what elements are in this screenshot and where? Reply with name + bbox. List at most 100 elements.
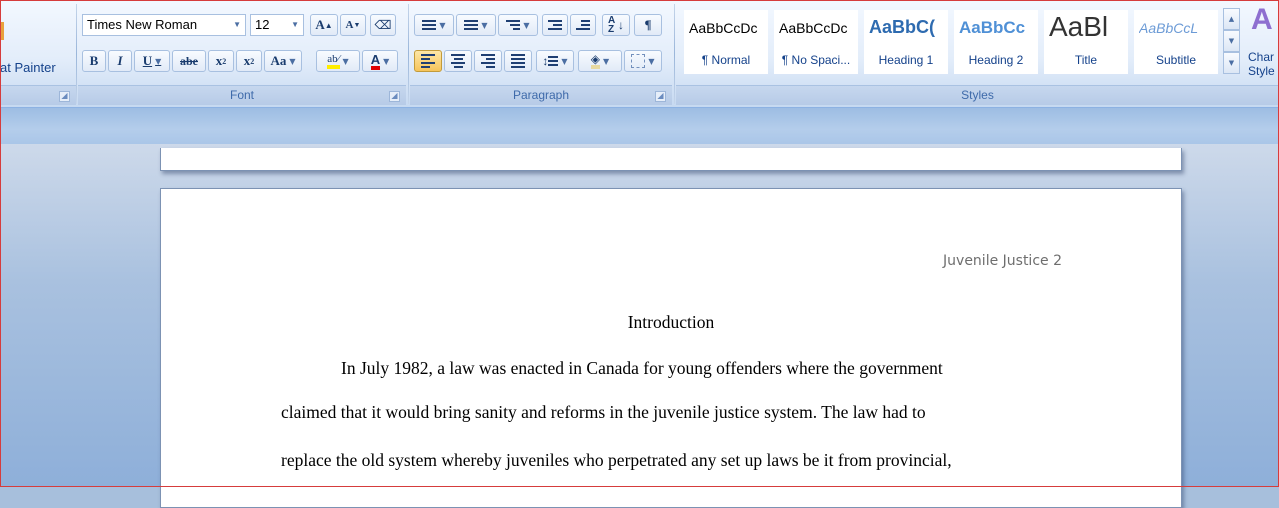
clipboard-launcher-icon[interactable]: ◢	[59, 91, 70, 102]
font-color-button[interactable]: A ▼	[362, 50, 398, 72]
font-group-label: Font	[78, 85, 406, 105]
bullets-button[interactable]: ▼	[414, 14, 454, 36]
clipboard-icon-edge	[0, 22, 4, 40]
style-name: Subtitle	[1155, 53, 1197, 67]
line-spacing-button[interactable]: ↕ ▼	[536, 50, 574, 72]
separator	[674, 4, 675, 104]
previous-page-bottom	[160, 148, 1182, 171]
style-name: ¶ Normal	[701, 53, 751, 67]
justify-icon	[511, 52, 525, 70]
decrease-indent-icon	[548, 18, 562, 32]
paragraph-group: ▼ ▼ ▼ AZ ↓ ¶ ↕ ▼ ◈ ▼ ▼ Paragraph ◢	[410, 0, 672, 106]
sort-icon: AZ	[608, 15, 616, 35]
show-marks-button[interactable]: ¶	[634, 14, 662, 36]
align-center-icon	[451, 52, 465, 70]
font-color-icon: A	[370, 51, 381, 70]
italic-button[interactable]: I	[108, 50, 132, 72]
change-styles-label: Char Style	[1248, 50, 1275, 78]
subscript-button[interactable]: x2	[208, 50, 234, 72]
eraser-icon: ⌫	[374, 17, 392, 32]
format-painter-button[interactable]: at Painter	[0, 60, 56, 75]
numbering-button[interactable]: ▼	[456, 14, 496, 36]
clear-formatting-button[interactable]: ⌫	[370, 14, 396, 36]
ruler-strip	[0, 108, 1279, 144]
paragraph-line: In July 1982, a law was enacted in Canad…	[341, 358, 943, 378]
sort-button[interactable]: AZ ↓	[602, 14, 630, 36]
running-head: Juvenile Justice 2	[943, 253, 1062, 269]
gallery-down-icon[interactable]: ▼	[1223, 30, 1240, 52]
font-family-select[interactable]: Times New Roman ▼	[82, 14, 246, 36]
style-name: Heading 1	[878, 53, 934, 67]
underline-icon: U	[142, 53, 153, 68]
increase-indent-icon	[576, 18, 590, 32]
style-normal[interactable]: AaBbCcDc ¶ Normal	[684, 10, 768, 74]
align-right-button[interactable]	[474, 50, 502, 72]
page-title: Introduction	[627, 312, 715, 332]
style-name: Heading 2	[968, 53, 1024, 67]
justify-button[interactable]	[504, 50, 532, 72]
style-name: Title	[1074, 53, 1098, 67]
style-sample: AaBl	[1049, 11, 1109, 42]
align-left-icon	[421, 52, 435, 70]
style-sample: AaBbC(	[869, 17, 935, 37]
strikethrough-button[interactable]: abe	[172, 50, 206, 72]
style-heading-1[interactable]: AaBbC( Heading 1	[864, 10, 948, 74]
numbering-icon	[464, 18, 479, 32]
style-name: ¶ No Spaci...	[781, 53, 851, 67]
align-left-button[interactable]	[414, 50, 442, 72]
chevron-down-icon: ▼	[233, 20, 241, 29]
style-title[interactable]: AaBl Title	[1044, 10, 1128, 74]
style-sample: AaBbCc	[959, 18, 1026, 37]
document-page[interactable]: Juvenile Justice 2 Introduction In July …	[160, 188, 1182, 508]
bold-icon: B	[89, 53, 99, 68]
style-subtitle[interactable]: AaBbCcL Subtitle	[1134, 10, 1218, 74]
ribbon: at Painter ◢ Times New Roman ▼ 12 ▼ A ▲ A…	[0, 0, 1279, 108]
chevron-down-icon: ▼	[291, 20, 299, 29]
shrink-font-icon: A	[345, 19, 354, 31]
highlight-button[interactable]: ab⁄ ▼	[316, 50, 360, 72]
multilevel-list-icon	[506, 18, 521, 32]
shrink-font-button[interactable]: A ▼	[340, 14, 366, 36]
change-case-button[interactable]: Aa ▼	[264, 50, 302, 72]
highlighter-icon: ab⁄	[327, 53, 340, 69]
borders-button[interactable]: ▼	[624, 50, 662, 72]
superscript-button[interactable]: x2	[236, 50, 262, 72]
bold-button[interactable]: B	[82, 50, 106, 72]
style-no-spacing[interactable]: AaBbCcDc ¶ No Spaci...	[774, 10, 858, 74]
font-color-label: A	[370, 51, 381, 67]
line-spacing-lines	[548, 54, 559, 68]
paragraph-group-label: Paragraph	[410, 85, 672, 105]
styles-gallery: AaBbCcDc ¶ Normal AaBbCcDc ¶ No Spaci...…	[684, 10, 1219, 74]
font-group: Times New Roman ▼ 12 ▼ A ▲ A ▼ ⌫ B I U ▼ ab…	[78, 0, 406, 106]
pilcrow-icon: ¶	[644, 17, 652, 32]
gallery-more-icon[interactable]: ▼	[1223, 52, 1240, 74]
grow-font-button[interactable]: A ▲	[310, 14, 338, 36]
styles-group-label: Styles	[676, 85, 1279, 105]
paragraph-line: claimed that it would bring sanity and r…	[281, 402, 926, 422]
paragraph-launcher-icon[interactable]: ◢	[655, 91, 666, 102]
increase-indent-button[interactable]	[570, 14, 596, 36]
underline-button[interactable]: U ▼	[134, 50, 170, 72]
align-right-icon	[481, 52, 495, 70]
multilevel-list-button[interactable]: ▼	[498, 14, 538, 36]
font-launcher-icon[interactable]: ◢	[389, 91, 400, 102]
clipboard-group: at Painter ◢	[0, 0, 76, 106]
gallery-up-icon[interactable]: ▲	[1223, 8, 1240, 30]
font-size-select[interactable]: 12 ▼	[250, 14, 304, 36]
style-sample: AaBbCcDc	[689, 20, 758, 36]
style-heading-2[interactable]: AaBbCc Heading 2	[954, 10, 1038, 74]
shading-button[interactable]: ◈ ▼	[578, 50, 622, 72]
font-family-value: Times New Roman	[87, 17, 198, 32]
align-center-button[interactable]	[444, 50, 472, 72]
decrease-indent-button[interactable]	[542, 14, 568, 36]
grow-font-icon: A	[315, 17, 325, 32]
change-styles-button[interactable]: A Char Style	[1245, 4, 1279, 84]
change-case-icon: Aa	[270, 53, 287, 68]
font-size-value: 12	[255, 17, 270, 32]
style-sample: AaBbCcDc	[779, 20, 848, 36]
italic-icon: I	[117, 53, 123, 68]
style-sample: AaBbCcL	[1139, 20, 1199, 36]
separator	[408, 4, 409, 104]
paint-bucket-icon: ◈	[590, 53, 601, 69]
bullets-icon	[422, 18, 437, 32]
